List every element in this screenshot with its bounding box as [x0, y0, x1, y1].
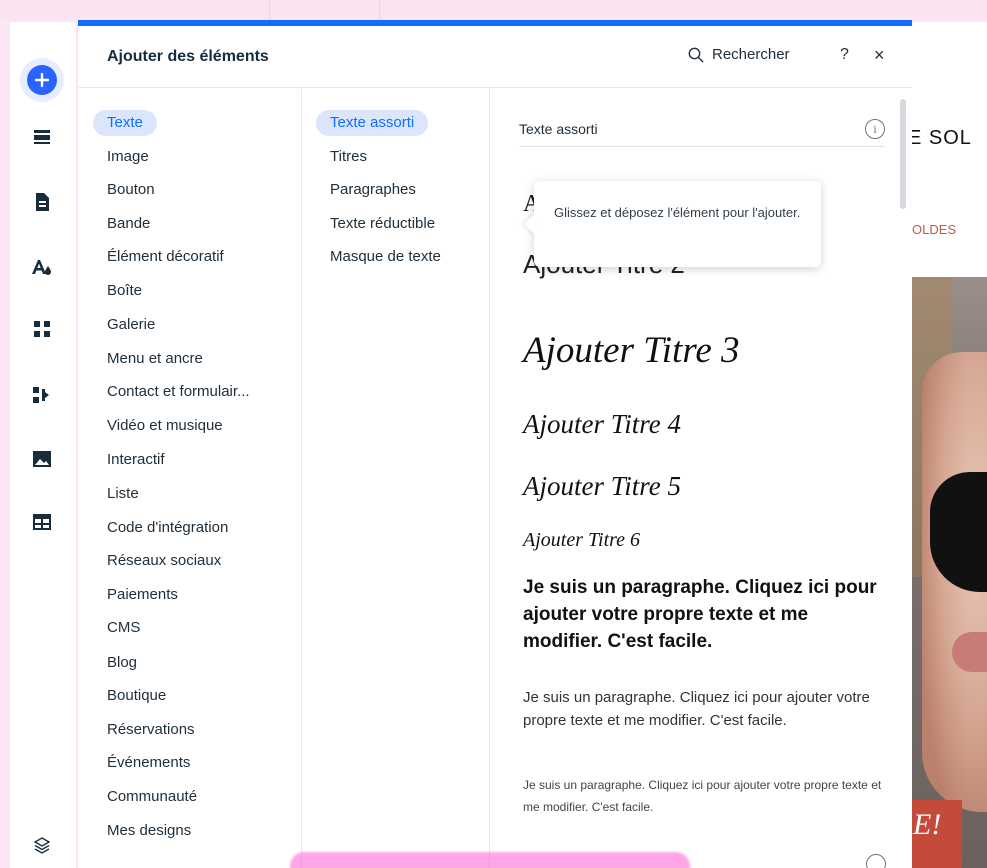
section-title: Texte assorti [519, 121, 598, 137]
subcategory-item-titres[interactable]: Titres [330, 144, 367, 170]
design-icon [32, 260, 51, 275]
table-icon [33, 514, 51, 530]
category-item-reseaux-sociaux[interactable]: Réseaux sociaux [107, 548, 221, 574]
image-icon [33, 451, 51, 467]
browser-top-strip [0, 0, 987, 20]
title-4-element[interactable]: Ajouter Titre 4 [523, 409, 681, 440]
category-item-blog[interactable]: Blog [107, 650, 137, 676]
category-item-interactif[interactable]: Interactif [107, 447, 165, 473]
layers-icon [33, 837, 51, 854]
site-design-button[interactable] [27, 252, 57, 282]
subcategory-list: Texte assorti Titres Paragraphes Texte r… [302, 89, 490, 868]
promo-banner: E! [912, 800, 962, 868]
site-brand-text: E SOL [912, 127, 972, 149]
hero-photo-lips [952, 632, 987, 672]
category-item-galerie[interactable]: Galerie [107, 312, 155, 338]
business-apps-button[interactable] [27, 380, 57, 410]
info-icon[interactable]: i [865, 119, 885, 139]
scrollbar-thumb[interactable] [900, 99, 906, 209]
category-item-contact-formulaire[interactable]: Contact et formulair... [107, 379, 250, 405]
site-canvas-preview: E SOL OLDES E! [912, 22, 987, 868]
search-icon [688, 47, 704, 62]
tooltip-text: Glissez et déposez l'élément pour l'ajou… [554, 205, 801, 220]
category-item-texte[interactable]: Texte [93, 110, 157, 136]
add-elements-button[interactable] [27, 65, 57, 95]
layers-button[interactable] [27, 830, 57, 860]
title-5-element[interactable]: Ajouter Titre 5 [523, 471, 681, 502]
add-elements-panel: Ajouter des éléments Rechercher ? × Text… [78, 20, 912, 868]
drag-drop-tooltip: Glissez et déposez l'élément pour l'ajou… [534, 181, 821, 267]
cms-button[interactable] [27, 507, 57, 537]
category-item-evenements[interactable]: Événements [107, 750, 190, 776]
subcategory-item-paragraphes[interactable]: Paragraphes [330, 177, 416, 203]
category-item-video-musique[interactable]: Vidéo et musique [107, 413, 223, 439]
category-item-paiements[interactable]: Paiements [107, 582, 178, 608]
category-item-cms[interactable]: CMS [107, 615, 140, 641]
category-list: Texte Image Bouton Bande Élément décorat… [78, 89, 302, 868]
bottom-overlay-glow [290, 852, 690, 868]
left-toolbar [10, 22, 76, 868]
title-3-element[interactable]: Ajouter Titre 3 [523, 329, 740, 372]
panel-title: Ajouter des éléments [107, 48, 269, 65]
search-button[interactable]: Rechercher [688, 46, 790, 63]
puzzle-icon [33, 387, 49, 403]
category-item-mes-designs[interactable]: Mes designs [107, 818, 191, 844]
category-item-code-integration[interactable]: Code d'intégration [107, 515, 228, 541]
category-item-boite[interactable]: Boîte [107, 278, 142, 304]
search-label: Rechercher [712, 46, 790, 63]
section-header: Texte assorti i [519, 119, 885, 147]
subcategory-item-texte-assorti[interactable]: Texte assorti [316, 110, 429, 136]
panel-header: Ajouter des éléments Rechercher ? × [78, 26, 912, 88]
apps-button[interactable] [27, 314, 57, 344]
subcategory-item-masque-de-texte[interactable]: Masque de texte [330, 244, 441, 270]
category-item-bouton[interactable]: Bouton [107, 177, 155, 203]
promo-banner-text: E! [913, 808, 942, 841]
top-tab [270, 0, 380, 20]
media-button[interactable] [27, 444, 57, 474]
category-item-element-decoratif[interactable]: Élément décoratif [107, 244, 224, 270]
help-button[interactable]: ? [840, 46, 849, 64]
category-item-menu-ancre[interactable]: Menu et ancre [107, 346, 203, 372]
category-item-liste[interactable]: Liste [107, 481, 139, 507]
sections-button[interactable] [27, 122, 57, 152]
page-icon [36, 193, 49, 211]
sections-icon [34, 130, 50, 144]
plus-icon [27, 65, 57, 95]
paragraph-bold-element[interactable]: Je suis un paragraphe. Cliquez ici pour … [523, 574, 883, 655]
subcategory-item-texte-reductible[interactable]: Texte réductible [330, 211, 435, 237]
paragraph-small-element[interactable]: Je suis un paragraphe. Cliquez ici pour … [523, 774, 883, 818]
paragraph-regular-element[interactable]: Je suis un paragraphe. Cliquez ici pour … [523, 686, 883, 732]
site-menu-item: OLDES [912, 222, 957, 237]
category-item-image[interactable]: Image [107, 144, 149, 170]
close-button[interactable]: × [874, 45, 885, 66]
title-6-element[interactable]: Ajouter Titre 6 [523, 529, 640, 552]
category-item-boutique[interactable]: Boutique [107, 683, 166, 709]
category-item-reservations[interactable]: Réservations [107, 717, 195, 743]
top-tab [0, 0, 270, 20]
apps-icon [34, 321, 50, 337]
bottom-info-icon [866, 854, 886, 868]
pages-button[interactable] [27, 187, 57, 217]
category-item-bande[interactable]: Bande [107, 211, 150, 237]
category-item-communaute[interactable]: Communauté [107, 784, 197, 810]
